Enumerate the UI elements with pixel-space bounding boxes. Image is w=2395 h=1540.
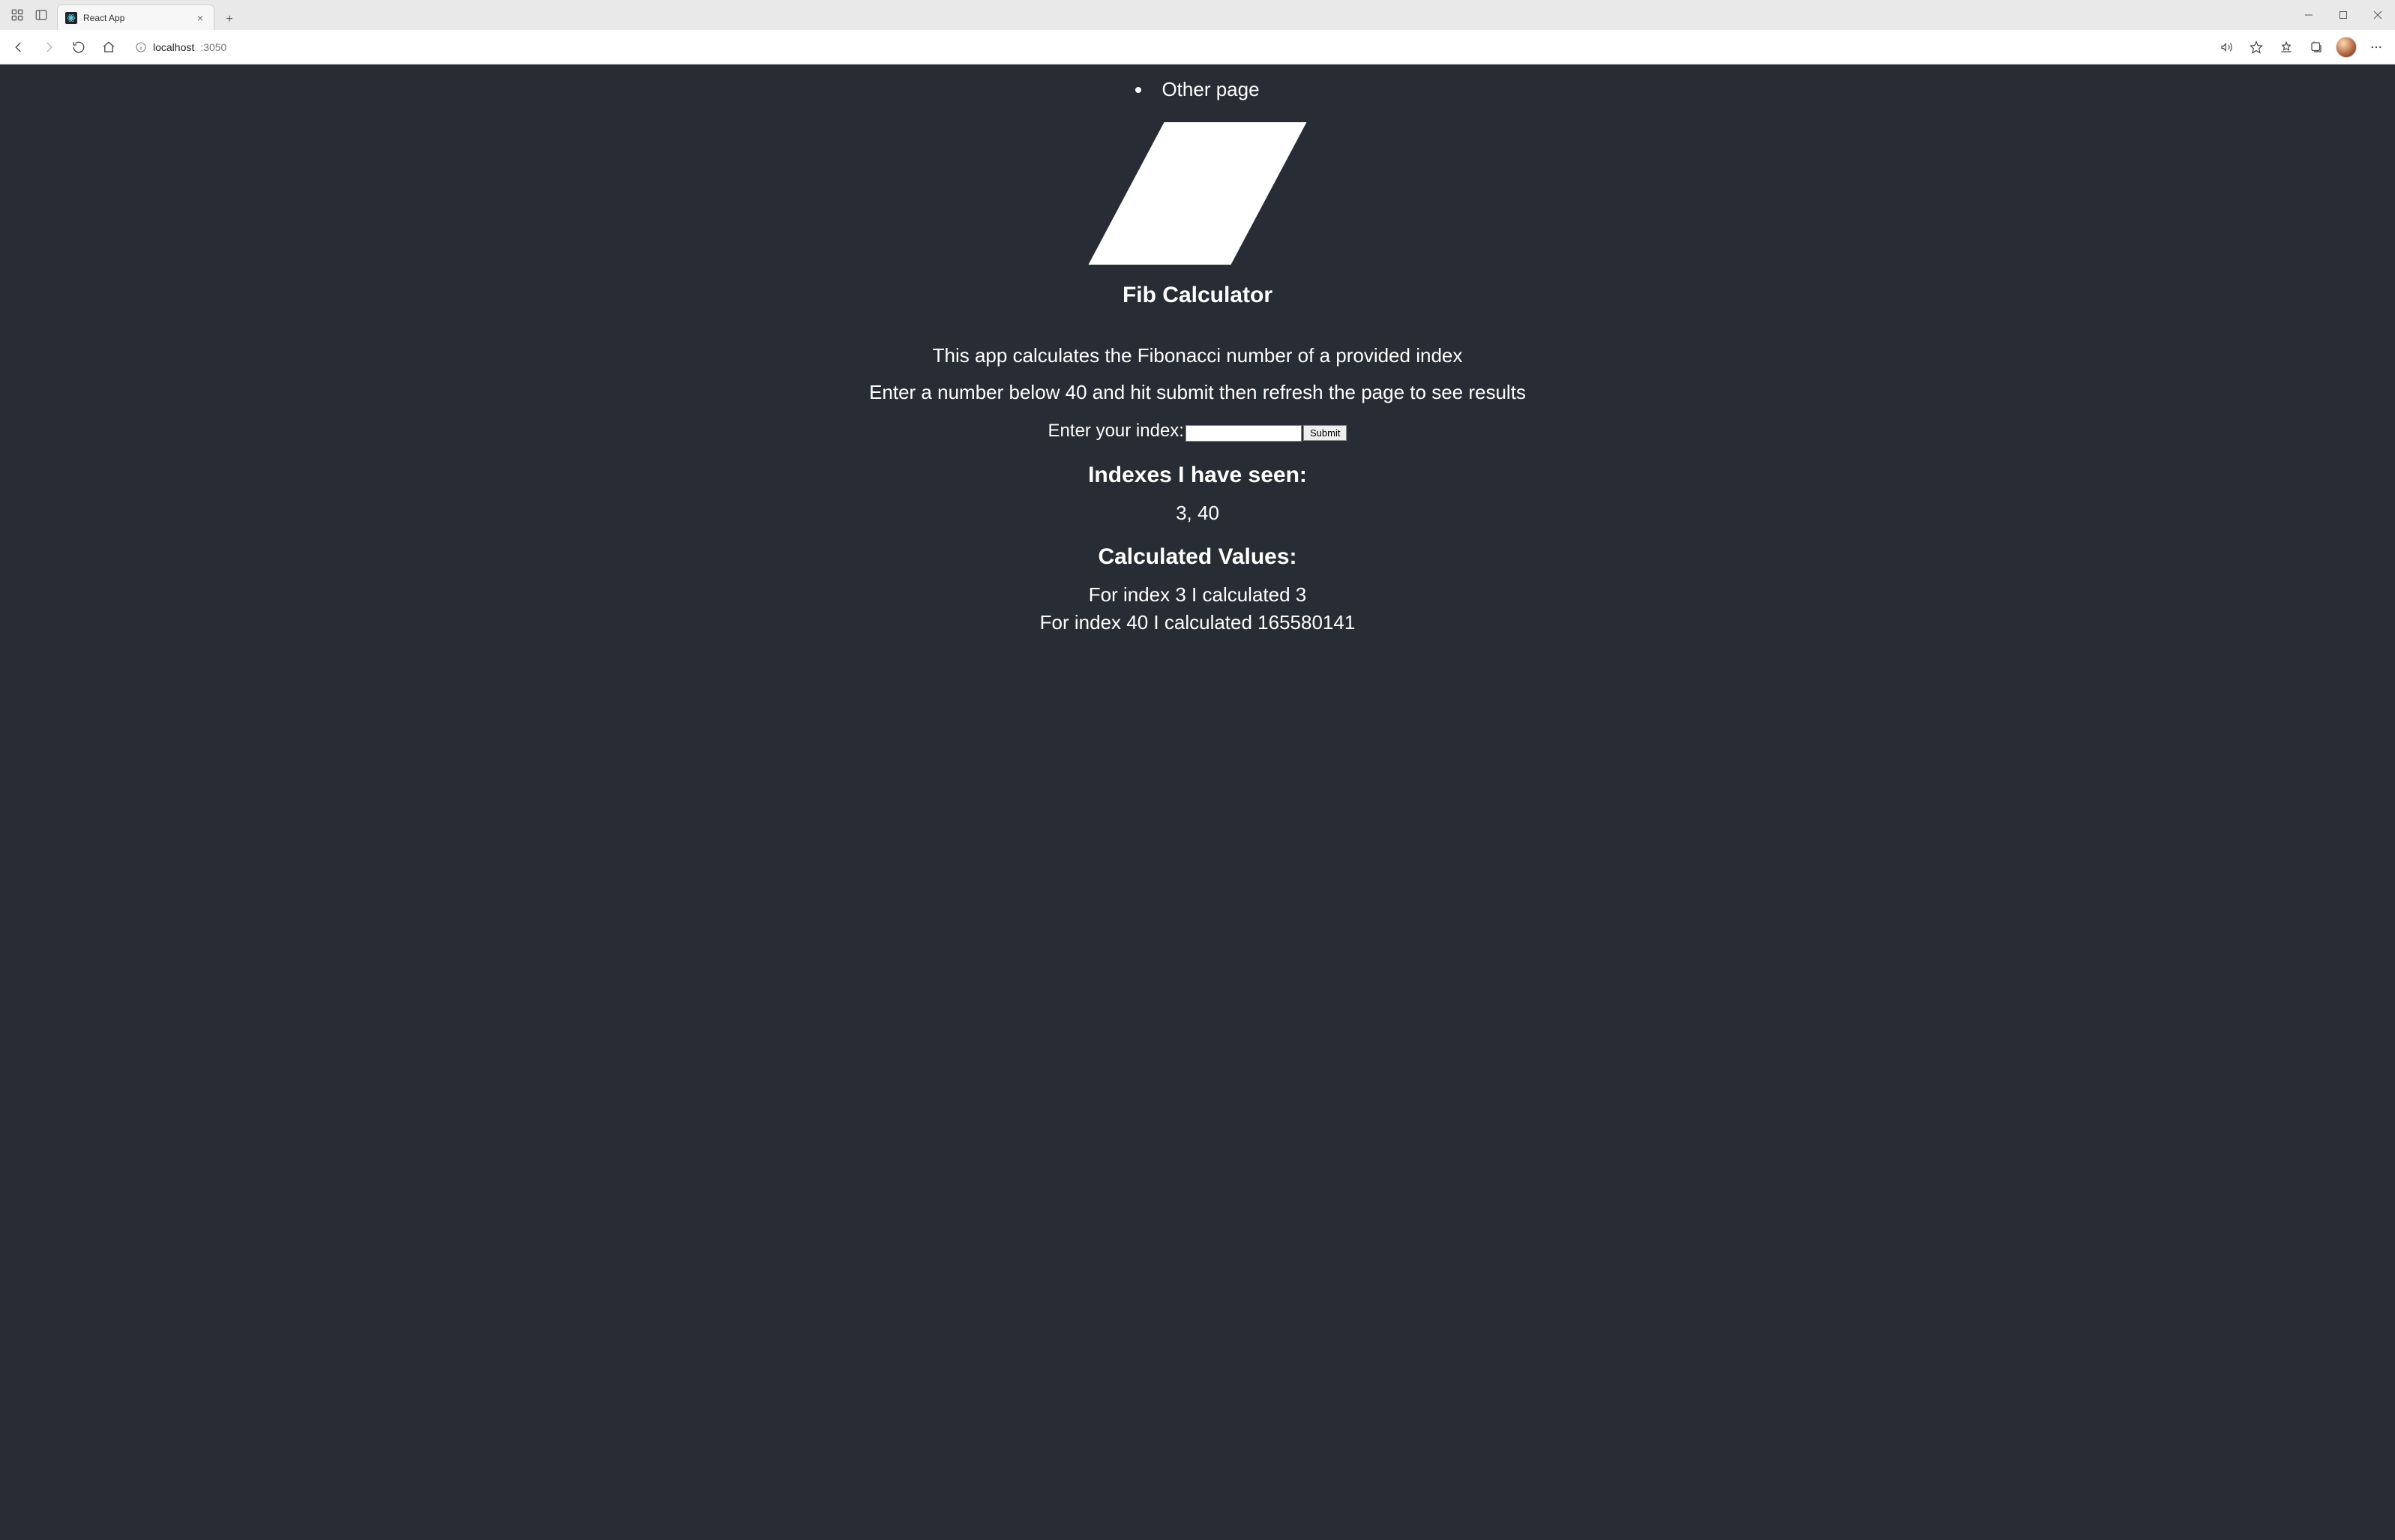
calc-heading: Calculated Values: bbox=[0, 544, 2395, 570]
submit-button[interactable]: Submit bbox=[1303, 425, 1347, 441]
index-input[interactable] bbox=[1186, 425, 1302, 442]
sidebar-toggle-icon[interactable] bbox=[34, 8, 48, 22]
spaces-icon[interactable] bbox=[10, 8, 24, 22]
address-bar[interactable]: localhost :3050 bbox=[126, 34, 2209, 60]
react-favicon-icon bbox=[65, 12, 77, 24]
window-minimize-button[interactable] bbox=[2292, 0, 2326, 30]
tabstrip: React App × + bbox=[57, 0, 240, 30]
index-label: Enter your index: bbox=[1048, 421, 1184, 441]
forward-button[interactable] bbox=[36, 34, 61, 60]
profile-button[interactable] bbox=[2334, 34, 2359, 60]
nav-list: Other page bbox=[0, 64, 2395, 101]
tab-react-app[interactable]: React App × bbox=[57, 4, 214, 30]
calc-line-1: For index 40 I calculated 165580141 bbox=[0, 611, 2395, 634]
window-close-button[interactable] bbox=[2361, 0, 2395, 30]
favorite-button[interactable] bbox=[2244, 34, 2269, 60]
index-form: Enter your index: Submit bbox=[0, 421, 2395, 442]
logo-wrap bbox=[0, 122, 2395, 265]
tab-title: React App bbox=[83, 13, 188, 23]
read-aloud-button[interactable] bbox=[2214, 34, 2239, 60]
close-tab-icon[interactable]: × bbox=[194, 11, 206, 25]
intro-text-2: Enter a number below 40 and hit submit t… bbox=[0, 381, 2395, 404]
url-host: localhost bbox=[153, 41, 194, 53]
browser-toolbar: localhost :3050 bbox=[0, 30, 2395, 64]
intro-text-1: This app calculates the Fibonacci number… bbox=[0, 344, 2395, 367]
page-viewport: Other page Fib Calculator This app calcu… bbox=[0, 64, 2395, 1540]
page-title: Fib Calculator bbox=[0, 283, 2395, 308]
nav-item-label: Other page bbox=[1162, 78, 1259, 100]
calc-line-0: For index 3 I calculated 3 bbox=[0, 583, 2395, 607]
window-maximize-button[interactable] bbox=[2326, 0, 2361, 30]
avatar-icon bbox=[2336, 37, 2357, 58]
collections-button[interactable] bbox=[2304, 34, 2329, 60]
url-port: :3050 bbox=[200, 41, 226, 53]
seen-values: 3, 40 bbox=[0, 502, 2395, 525]
more-button[interactable] bbox=[2364, 34, 2389, 60]
window-titlebar: React App × + bbox=[0, 0, 2395, 30]
home-button[interactable] bbox=[96, 34, 121, 60]
favorites-list-button[interactable] bbox=[2274, 34, 2299, 60]
nav-item-other-page[interactable]: Other page bbox=[0, 78, 2395, 101]
new-tab-button[interactable]: + bbox=[219, 9, 240, 30]
app-logo-icon bbox=[1088, 122, 1306, 265]
seen-heading: Indexes I have seen: bbox=[0, 463, 2395, 488]
site-info-icon[interactable] bbox=[135, 41, 147, 53]
refresh-button[interactable] bbox=[66, 34, 91, 60]
back-button[interactable] bbox=[6, 34, 31, 60]
